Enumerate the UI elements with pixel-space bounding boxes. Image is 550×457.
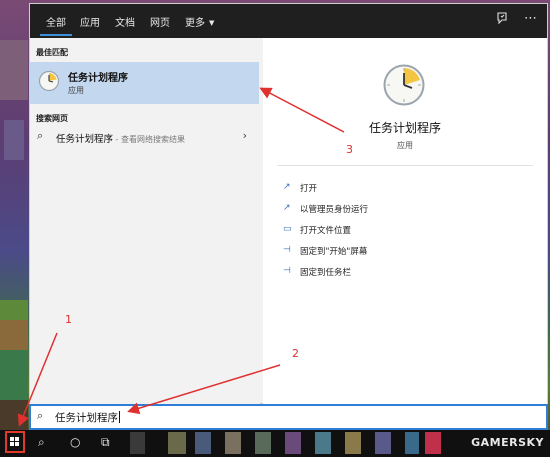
annotation-number-2: 2 [292,347,299,360]
annotation-number-3: 3 [346,143,353,156]
annotation-number-1: 1 [65,313,72,326]
annotation-overlay [17,87,345,427]
annotation-arrow-1 [17,332,58,427]
annotation-arrow-2 [127,364,281,415]
annotation-arrow-3 [259,87,345,133]
